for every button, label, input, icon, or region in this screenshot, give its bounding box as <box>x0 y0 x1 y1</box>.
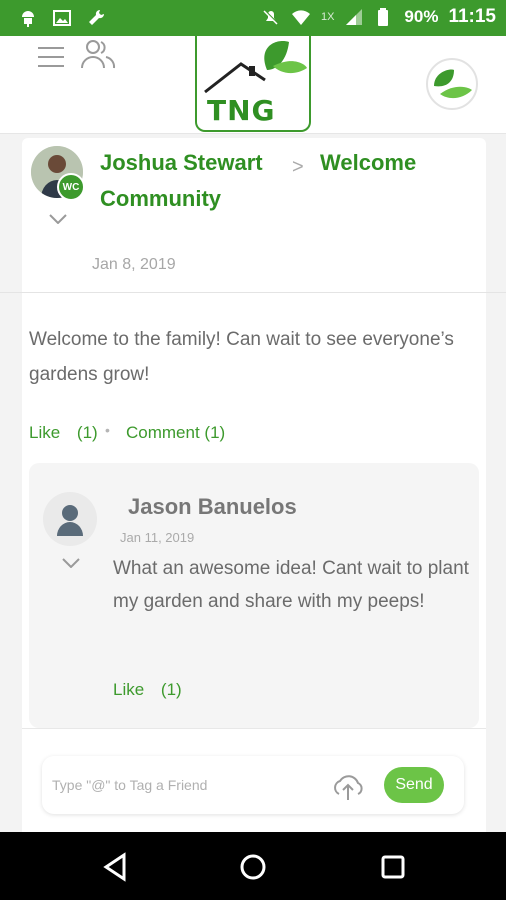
commenter-name[interactable]: Jason Banuelos <box>128 494 297 520</box>
chevron-down-icon[interactable] <box>49 214 67 224</box>
comment-button[interactable]: Comment (1) <box>126 423 225 443</box>
battery-icon <box>378 8 389 26</box>
wrench-icon <box>89 9 105 25</box>
mute-bell-icon <box>263 9 279 25</box>
comment-date: Jan 11, 2019 <box>120 530 195 545</box>
send-button[interactable]: Send <box>384 767 444 803</box>
status-bar: 1X 90% 11:15 <box>0 0 506 36</box>
comment-like-button[interactable]: Like (1) <box>113 680 182 700</box>
chevron-down-icon[interactable] <box>62 558 80 568</box>
people-icon[interactable] <box>80 38 116 70</box>
action-separator: • <box>105 422 110 438</box>
breadcrumb-separator: > <box>292 156 304 178</box>
post-body: Welcome to the family! Can wait to see e… <box>29 329 454 385</box>
comment-composer: Send <box>42 756 464 814</box>
leaf-icon <box>434 69 472 99</box>
recents-icon[interactable] <box>376 850 410 884</box>
comment-input[interactable] <box>52 772 322 798</box>
like-count: (1) <box>76 423 98 442</box>
back-icon[interactable] <box>98 850 132 884</box>
commenter-avatar[interactable] <box>43 492 97 546</box>
system-nav-bar <box>0 832 506 900</box>
divider <box>22 728 486 729</box>
wifi-icon <box>291 10 310 25</box>
comment-count: (1) <box>204 423 226 442</box>
android-icon <box>22 11 34 27</box>
comment-label: Comment <box>126 423 200 442</box>
community-name-cont[interactable]: Community <box>100 186 221 212</box>
clock: 11:15 <box>448 6 496 27</box>
user-placeholder-icon <box>57 505 83 536</box>
signal-icon <box>346 9 363 25</box>
upload-icon[interactable] <box>330 770 366 802</box>
house-leaf-icon <box>204 41 307 94</box>
like-label: Like <box>29 423 61 442</box>
like-count: (1) <box>160 680 182 699</box>
like-label: Like <box>113 680 145 699</box>
battery-level: 90% <box>404 7 439 26</box>
community-name[interactable]: Welcome <box>320 150 416 176</box>
logo-text: TNG <box>207 94 276 127</box>
network-badge: 1X <box>320 11 335 23</box>
image-icon <box>53 10 71 26</box>
home-icon[interactable] <box>236 850 270 884</box>
profile-avatar[interactable] <box>426 58 478 110</box>
divider <box>0 292 506 293</box>
app-logo[interactable]: TNG <box>195 36 311 132</box>
post-author-name[interactable]: Joshua Stewart <box>100 150 263 176</box>
community-badge: WC <box>57 173 85 201</box>
post-date: Jan 8, 2019 <box>92 256 176 273</box>
like-button[interactable]: Like (1) <box>29 423 98 443</box>
comment-body: What an awesome idea! Cant wait to plant… <box>113 558 469 612</box>
menu-icon[interactable] <box>38 47 64 67</box>
